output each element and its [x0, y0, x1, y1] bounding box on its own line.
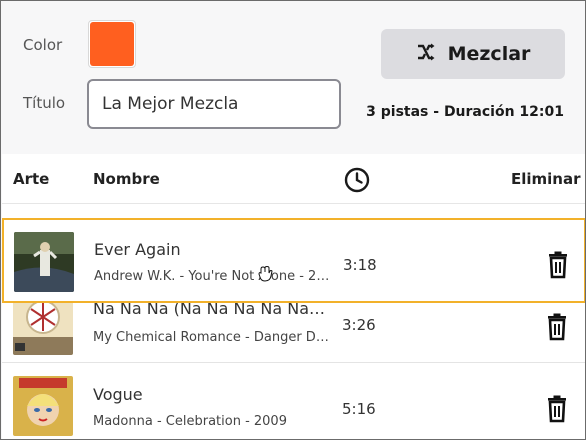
playlist-editor: Color Título Mezclar 3 pistas - Duración… — [0, 0, 586, 440]
clock-icon — [344, 167, 370, 197]
playlist-summary: 3 pistas - Duración 12:01 — [366, 104, 564, 120]
color-picker[interactable] — [88, 20, 136, 68]
track-duration: 5:16 — [342, 400, 376, 418]
trash-icon[interactable] — [544, 313, 570, 341]
table-row-selected[interactable]: Ever Again Andrew W.K. - You're Not Alon… — [2, 218, 585, 303]
shuffle-button[interactable]: Mezclar — [381, 29, 565, 79]
track-duration: 3:18 — [343, 256, 377, 274]
track-subtitle: Andrew W.K. - You're Not Alone - 2018 — [94, 269, 330, 284]
title-label: Título — [23, 94, 66, 112]
album-art — [14, 232, 74, 292]
header-delete: Eliminar — [511, 170, 581, 188]
track-title: Ever Again — [94, 240, 181, 259]
album-art — [13, 376, 73, 436]
header-art: Arte — [13, 170, 50, 188]
trash-icon[interactable] — [544, 395, 570, 423]
table-header: Arte Nombre Eliminar — [2, 154, 585, 204]
shuffle-label: Mezclar — [447, 43, 531, 65]
track-subtitle: My Chemical Romance - Danger Days — [93, 330, 329, 345]
drag-cursor-icon — [257, 265, 273, 283]
track-table: Arte Nombre Eliminar Na Na Na (Na Na Na … — [2, 154, 585, 439]
table-row[interactable]: Vogue Madonna - Celebration - 2009 5:16 — [2, 366, 585, 439]
color-swatch-fill — [90, 22, 134, 66]
title-input[interactable] — [87, 79, 341, 129]
color-label: Color — [23, 36, 63, 54]
trash-icon[interactable] — [545, 251, 571, 279]
track-subtitle: Madonna - Celebration - 2009 — [93, 414, 287, 429]
track-duration: 3:26 — [342, 316, 376, 334]
track-title: Vogue — [93, 385, 143, 404]
header-name: Nombre — [93, 170, 160, 188]
shuffle-icon — [416, 43, 436, 66]
album-art — [13, 295, 73, 355]
